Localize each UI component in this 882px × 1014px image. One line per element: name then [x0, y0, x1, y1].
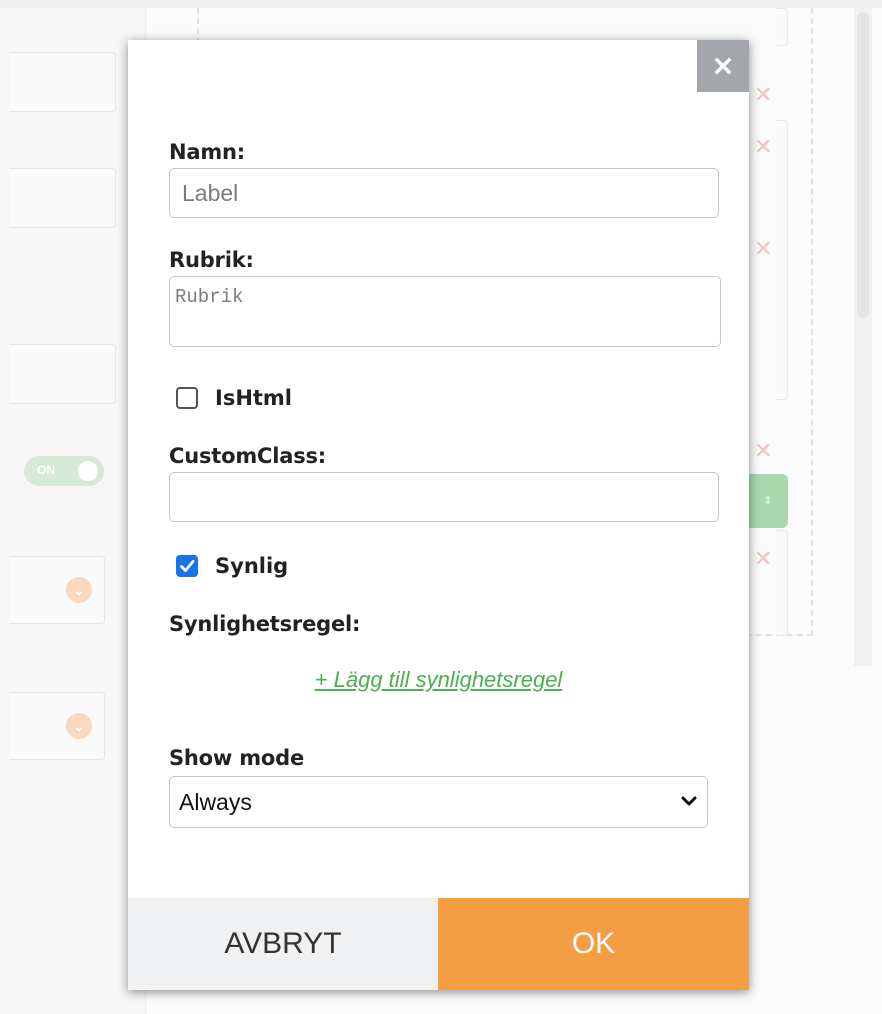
dashed-column: [145, 8, 199, 44]
bg-right-field: [777, 8, 788, 46]
edit-label-dialog: Namn: Rubrik: IsHtml CustomClass: Synlig…: [128, 40, 749, 990]
show-mode-select[interactable]: Always: [169, 776, 708, 828]
close-button[interactable]: [697, 40, 749, 92]
cancel-button[interactable]: AVBRYT: [128, 898, 438, 990]
bg-select-field[interactable]: ⌄: [10, 556, 105, 624]
name-label: Namn:: [169, 140, 245, 164]
show-mode-value: Always: [179, 789, 252, 815]
ok-button[interactable]: OK: [438, 898, 749, 990]
customclass-input[interactable]: [169, 472, 719, 522]
remove-icon[interactable]: ✕: [754, 438, 772, 464]
bg-toggle-switch[interactable]: ON: [24, 456, 104, 486]
bg-input-field: [10, 344, 116, 404]
heading-label: Rubrik:: [169, 248, 254, 272]
chevron-down-icon: ⌄: [66, 713, 92, 739]
remove-icon[interactable]: ✕: [754, 236, 772, 262]
chevron-down-icon: [681, 796, 697, 806]
customclass-label: CustomClass:: [169, 444, 326, 468]
checkmark-icon: [180, 560, 195, 572]
bg-input-field: [10, 52, 116, 112]
scrollbar-thumb[interactable]: [857, 12, 869, 318]
visible-checkbox[interactable]: [176, 555, 198, 577]
remove-icon[interactable]: ✕: [754, 134, 772, 160]
add-visibility-rule-link[interactable]: + Lägg till synlighetsregel: [128, 667, 749, 693]
bg-right-field: [777, 530, 788, 636]
toggle-label: ON: [37, 463, 55, 477]
spinner-icon[interactable]: ⇕: [748, 474, 788, 528]
chevron-down-icon: ⌄: [66, 577, 92, 603]
toggle-knob: [78, 461, 98, 481]
bg-select-field[interactable]: ⌄: [10, 692, 105, 760]
bg-input-field: [10, 168, 116, 228]
dialog-footer: AVBRYT OK: [128, 898, 749, 990]
ishtml-label: IsHtml: [215, 386, 293, 410]
top-bar: [0, 0, 882, 8]
heading-textarea[interactable]: [169, 276, 721, 347]
close-icon: [714, 57, 732, 75]
visible-row[interactable]: Synlig: [176, 554, 288, 578]
visibility-rule-label: Synlighetsregel:: [169, 612, 361, 636]
ishtml-row[interactable]: IsHtml: [176, 386, 292, 410]
visible-label: Synlig: [215, 554, 289, 578]
name-input[interactable]: [169, 168, 719, 218]
remove-icon[interactable]: ✕: [754, 546, 772, 572]
bg-right-field: [777, 120, 788, 400]
ishtml-checkbox[interactable]: [176, 387, 198, 409]
left-column: [0, 8, 146, 1014]
show-mode-label: Show mode: [169, 746, 304, 770]
remove-icon[interactable]: ✕: [754, 82, 772, 108]
